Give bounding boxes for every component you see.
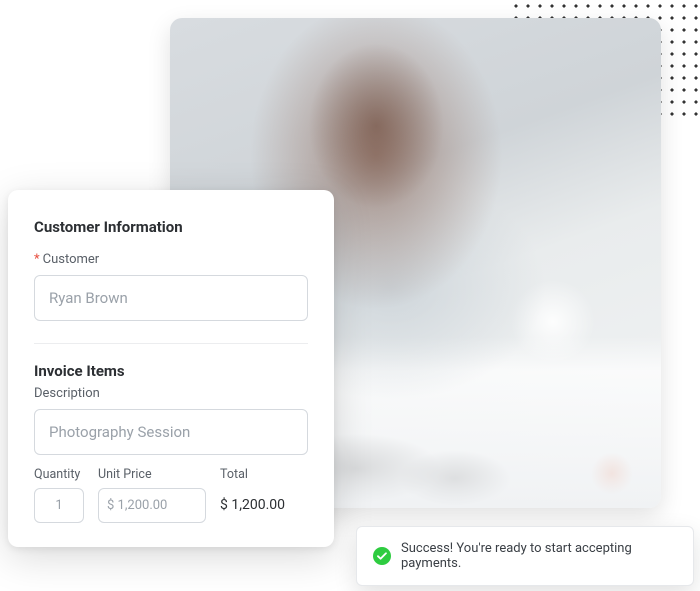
unit-price-input[interactable] xyxy=(98,488,206,523)
quantity-input[interactable] xyxy=(34,488,84,523)
customer-input[interactable] xyxy=(34,275,308,321)
total-value: $ 1,200.00 xyxy=(220,488,308,513)
total-label: Total xyxy=(220,467,308,482)
success-toast: Success! You're ready to start accepting… xyxy=(356,526,694,586)
customer-info-heading: Customer Information xyxy=(34,218,308,236)
quantity-label: Quantity xyxy=(34,467,84,482)
invoice-items-heading: Invoice Items xyxy=(34,362,308,380)
required-asterisk: * xyxy=(34,252,40,267)
description-label: Description xyxy=(34,386,308,401)
customer-field-label: *Customer xyxy=(34,252,308,267)
success-check-icon xyxy=(373,547,391,565)
invoice-form-card: Customer Information *Customer Invoice I… xyxy=(8,190,334,547)
section-divider xyxy=(34,343,308,344)
description-input[interactable] xyxy=(34,409,308,455)
toast-message: Success! You're ready to start accepting… xyxy=(401,541,677,571)
unit-price-label: Unit Price xyxy=(98,467,206,482)
